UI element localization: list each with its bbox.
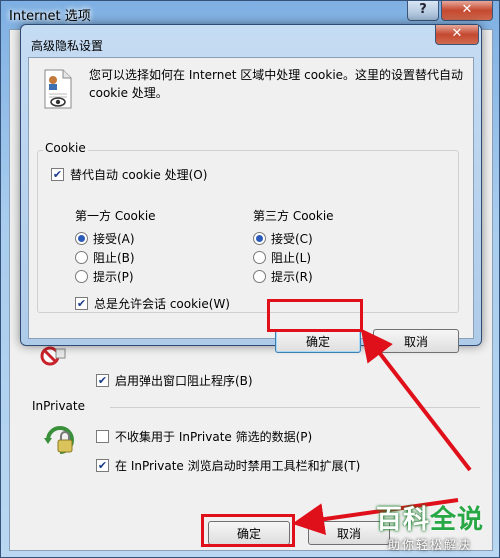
third-party-block-label: 阻止(L) bbox=[271, 251, 312, 265]
dialog-close-button[interactable]: ✕ bbox=[435, 25, 479, 45]
privacy-document-icon bbox=[44, 69, 72, 109]
inprivate-heading-text: InPrivate bbox=[32, 399, 85, 413]
inprivate-divider bbox=[110, 407, 480, 408]
inprivate-no-collect-checkbox[interactable] bbox=[96, 430, 109, 443]
inprivate-disable-toolbars-checkbox[interactable]: ✔ bbox=[96, 459, 109, 472]
inprivate-no-collect-row[interactable]: 不收集用于 InPrivate 筛选的数据(P) bbox=[96, 428, 312, 445]
dialog-cancel-button[interactable]: 取消 bbox=[373, 329, 459, 353]
popup-blocker-checkbox[interactable]: ✔ bbox=[96, 374, 109, 387]
third-party-accept-label: 接受(C) bbox=[271, 232, 313, 246]
override-label: 替代自动 cookie 处理(O) bbox=[70, 168, 208, 182]
watermark-title: 百科全说 bbox=[376, 499, 484, 536]
session-cookie-checkbox[interactable]: ✔ bbox=[75, 297, 88, 310]
override-row[interactable]: ✔ 替代自动 cookie 处理(O) bbox=[51, 166, 207, 183]
watermark-text-white: 百科 bbox=[375, 505, 430, 535]
third-party-block-radio[interactable] bbox=[253, 251, 266, 264]
window-title: Internet 选项 bbox=[9, 9, 91, 24]
watermark-logo: 百科全说 助你轻松解决 bbox=[360, 494, 500, 558]
cookie-group-label: Cookie bbox=[43, 141, 88, 155]
override-checkbox[interactable]: ✔ bbox=[51, 168, 64, 181]
first-party-heading-text: 第一方 Cookie bbox=[75, 209, 156, 223]
watermark-text-green: 全说 bbox=[430, 505, 485, 535]
third-party-option-block[interactable]: 阻止(L) bbox=[253, 249, 311, 266]
window-close-button[interactable]: ✕ bbox=[441, 1, 493, 21]
advanced-privacy-body: 您可以选择如何在 Internet 区域中处理 cookie。这里的设置替代自动… bbox=[28, 57, 474, 353]
third-party-option-prompt[interactable]: 提示(R) bbox=[253, 268, 313, 285]
first-party-prompt-label: 提示(P) bbox=[93, 270, 134, 284]
first-party-option-block[interactable]: 阻止(B) bbox=[75, 249, 135, 266]
third-party-accept-radio[interactable] bbox=[253, 232, 266, 245]
dialog-title: 高级隐私设置 bbox=[31, 39, 104, 53]
annotation-box-outer-ok bbox=[201, 514, 295, 547]
first-party-block-radio[interactable] bbox=[75, 251, 88, 264]
session-cookie-label: 总是允许会话 cookie(W) bbox=[94, 297, 230, 311]
advanced-privacy-dialog: 高级隐私设置 ✕ 您可以选择如何在 Internet 区域中处理 cookie。… bbox=[20, 24, 482, 353]
watermark-subtitle: 助你轻松解决 bbox=[387, 538, 472, 552]
first-party-heading: 第一方 Cookie bbox=[75, 207, 156, 224]
third-party-prompt-radio[interactable] bbox=[253, 270, 266, 283]
inprivate-disable-toolbars-label: 在 InPrivate 浏览启动时禁用工具栏和扩展(T) bbox=[115, 459, 361, 473]
inprivate-no-collect-label: 不收集用于 InPrivate 筛选的数据(P) bbox=[115, 430, 313, 444]
inprivate-heading: InPrivate bbox=[32, 399, 85, 413]
popup-blocker-label: 启用弹出窗口阻止程序(B) bbox=[115, 374, 253, 388]
third-party-option-accept[interactable]: 接受(C) bbox=[253, 230, 313, 247]
first-party-block-label: 阻止(B) bbox=[93, 251, 135, 265]
help-button[interactable]: ? bbox=[407, 1, 439, 21]
annotation-box-dialog-ok bbox=[267, 299, 363, 332]
first-party-option-prompt[interactable]: 提示(P) bbox=[75, 268, 134, 285]
session-cookie-row[interactable]: ✔ 总是允许会话 cookie(W) bbox=[75, 295, 230, 312]
first-party-accept-label: 接受(A) bbox=[93, 232, 135, 246]
third-party-prompt-label: 提示(R) bbox=[271, 270, 313, 284]
dialog-ok-button[interactable]: 确定 bbox=[275, 329, 361, 353]
dialog-description: 您可以选择如何在 Internet 区域中处理 cookie。这里的设置替代自动… bbox=[89, 68, 464, 100]
first-party-prompt-radio[interactable] bbox=[75, 270, 88, 283]
inprivate-disable-toolbars-row[interactable]: ✔ 在 InPrivate 浏览启动时禁用工具栏和扩展(T) bbox=[96, 457, 360, 474]
popup-blocker-row[interactable]: ✔ 启用弹出窗口阻止程序(B) bbox=[96, 372, 253, 389]
third-party-heading-text: 第三方 Cookie bbox=[253, 209, 334, 223]
inprivate-lock-icon bbox=[44, 426, 74, 454]
third-party-heading: 第三方 Cookie bbox=[253, 207, 334, 224]
first-party-option-accept[interactable]: 接受(A) bbox=[75, 230, 135, 247]
no-entry-icon bbox=[40, 346, 66, 366]
first-party-accept-radio[interactable] bbox=[75, 232, 88, 245]
